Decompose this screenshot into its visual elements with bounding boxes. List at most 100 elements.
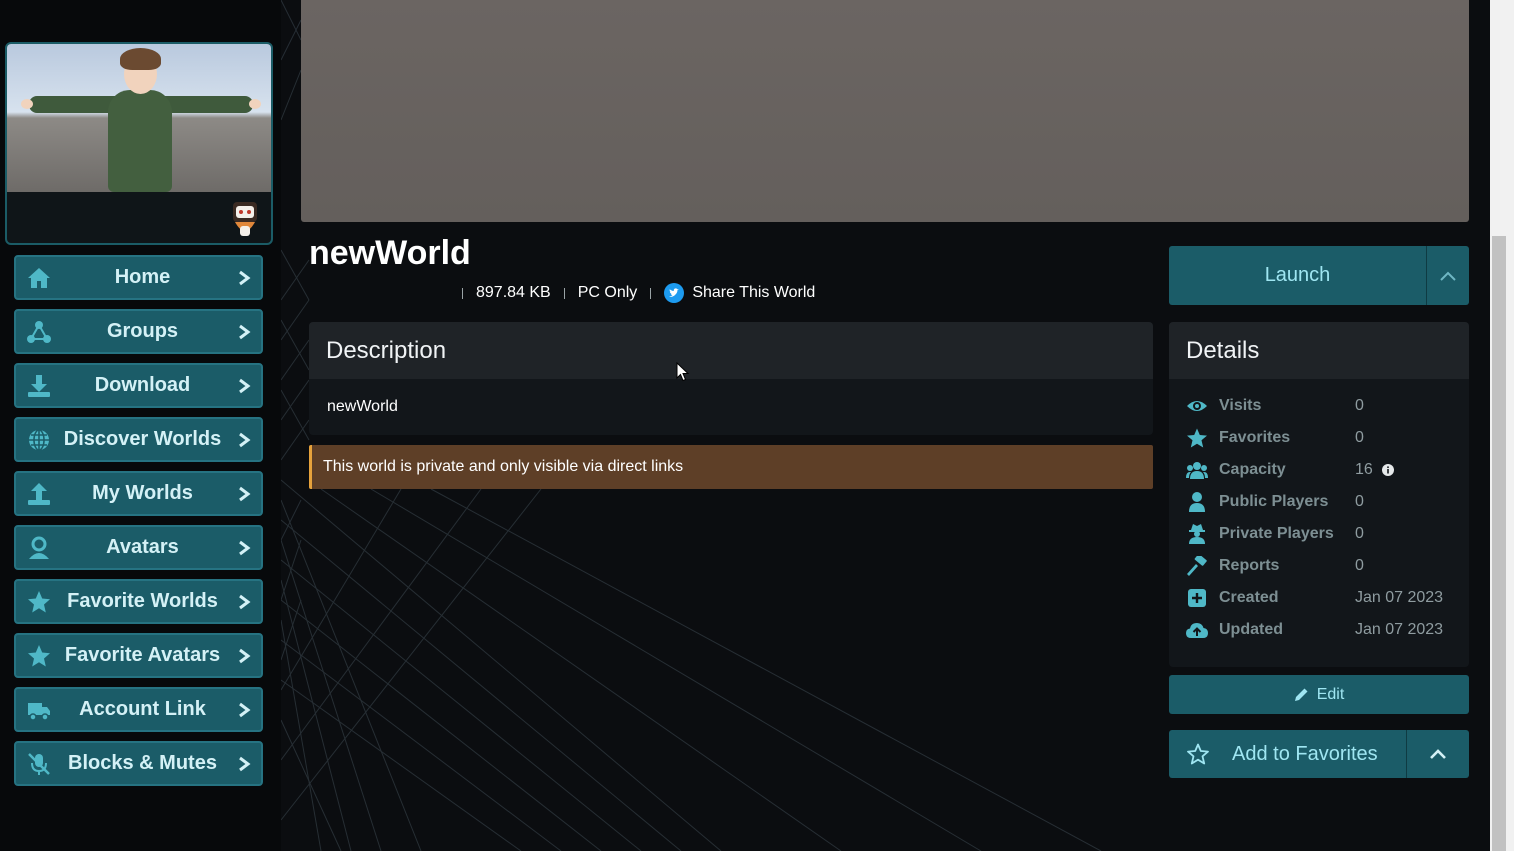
add-to-favorites-label: Add to Favorites xyxy=(1232,742,1378,765)
world-size: 897.84 KB xyxy=(476,284,551,301)
detail-row-favorites: Favorites 0 xyxy=(1186,426,1456,450)
sidebar-item-label: Home xyxy=(114,266,171,288)
sidebar-item-discover-worlds[interactable]: Discover Worlds xyxy=(14,417,263,462)
sidebar-item-avatars[interactable]: Avatars xyxy=(14,525,263,570)
detail-row-visits: Visits 0 xyxy=(1186,394,1456,418)
avatar-preview-image xyxy=(7,44,271,192)
detail-row-capacity: Capacity 16 xyxy=(1186,458,1456,482)
detail-value: 0 xyxy=(1355,557,1364,574)
sidebar-item-label: Avatars xyxy=(106,536,179,558)
avatar-icon xyxy=(29,536,49,559)
chevron-right-icon xyxy=(239,324,251,339)
detail-row-public-players: Public Players 0 xyxy=(1186,490,1456,514)
sidebar-item-account-link[interactable]: Account Link xyxy=(14,687,263,732)
edit-button-label: Edit xyxy=(1316,685,1345,703)
detail-label: Favorites xyxy=(1219,429,1291,446)
sidebar-item-download[interactable]: Download xyxy=(14,363,263,408)
chevron-right-icon xyxy=(239,432,251,447)
chevron-right-icon xyxy=(239,594,251,609)
meta-divider xyxy=(563,287,565,299)
chevron-right-icon xyxy=(239,702,251,717)
chevron-right-icon xyxy=(239,486,251,501)
chevron-right-icon xyxy=(239,540,251,555)
chevron-up-icon xyxy=(1430,749,1446,759)
home-icon xyxy=(28,267,50,288)
globe-icon xyxy=(29,428,49,451)
avatar-badge-icon xyxy=(233,202,257,236)
detail-row-created: Created Jan 07 2023 xyxy=(1186,586,1456,610)
launch-button[interactable]: Launch xyxy=(1169,246,1426,305)
star-icon xyxy=(28,590,50,612)
groups-icon xyxy=(27,320,51,343)
user-secret-icon xyxy=(1189,524,1205,544)
detail-label: Updated xyxy=(1219,621,1283,638)
sidebar-item-groups[interactable]: Groups xyxy=(14,309,263,354)
star-outline-icon xyxy=(1187,743,1209,765)
share-world-link[interactable]: Share This World xyxy=(692,284,815,302)
sidebar-item-blocks-mutes[interactable]: Blocks & Mutes xyxy=(14,741,263,786)
detail-label: Visits xyxy=(1219,397,1262,414)
chevron-right-icon xyxy=(239,756,251,771)
mute-icon xyxy=(28,752,50,775)
favorite-options-toggle[interactable] xyxy=(1406,730,1469,778)
details-panel: Details Visits 0 Favorites 0 Capacity 16… xyxy=(1169,322,1469,667)
description-panel: Description newWorld xyxy=(309,322,1153,435)
sidebar-item-label: Favorite Avatars xyxy=(64,644,221,666)
detail-value: 0 xyxy=(1355,429,1364,446)
upload-icon xyxy=(28,482,50,505)
download-icon xyxy=(28,374,50,397)
page-scrollbar[interactable] xyxy=(1490,0,1514,851)
info-icon[interactable] xyxy=(1381,464,1394,476)
detail-value: Jan 07 2023 xyxy=(1355,589,1444,606)
gavel-icon xyxy=(1187,556,1207,576)
description-heading: Description xyxy=(309,322,1153,379)
users-icon xyxy=(1186,462,1208,479)
launch-options-toggle[interactable] xyxy=(1426,246,1469,305)
sidebar-item-home[interactable]: Home xyxy=(14,255,263,300)
sidebar-item-label: Account Link xyxy=(79,698,206,720)
sidebar: Home Groups Download Discover Worlds My … xyxy=(0,0,281,851)
sidebar-item-my-worlds[interactable]: My Worlds xyxy=(14,471,263,516)
details-heading: Details xyxy=(1169,322,1469,379)
chevron-right-icon xyxy=(239,648,251,663)
page-title: newWorld xyxy=(309,234,471,272)
sidebar-item-label: Favorite Worlds xyxy=(67,590,218,612)
world-meta-bar: 897.84 KB PC Only Share This World xyxy=(449,282,815,304)
edit-button[interactable]: Edit xyxy=(1169,675,1469,714)
detail-value: 0 xyxy=(1355,525,1364,542)
plus-square-icon xyxy=(1188,589,1206,607)
sidebar-item-label: Blocks & Mutes xyxy=(68,752,217,774)
sidebar-item-favorite-avatars[interactable]: Favorite Avatars xyxy=(14,633,263,678)
detail-row-reports: Reports 0 xyxy=(1186,554,1456,578)
sidebar-item-label: Discover Worlds xyxy=(63,428,222,450)
star-icon xyxy=(28,644,50,666)
eye-icon xyxy=(1187,401,1207,411)
twitter-icon[interactable] xyxy=(664,283,685,303)
sidebar-item-label: My Worlds xyxy=(92,482,193,504)
pencil-icon xyxy=(1294,688,1308,701)
mouse-cursor-icon xyxy=(676,362,690,382)
description-text: newWorld xyxy=(327,398,398,415)
detail-value: Jan 07 2023 xyxy=(1355,621,1444,638)
chevron-right-icon xyxy=(239,378,251,393)
platform-badge: PC Only xyxy=(577,284,638,301)
detail-label: Public Players xyxy=(1219,493,1329,510)
star-icon xyxy=(1187,428,1207,448)
sidebar-item-favorite-worlds[interactable]: Favorite Worlds xyxy=(14,579,263,624)
sidebar-item-label: Groups xyxy=(106,320,179,342)
detail-value: 16 xyxy=(1355,461,1373,478)
add-to-favorites-button[interactable]: Add to Favorites xyxy=(1169,730,1406,778)
detail-row-private-players: Private Players 0 xyxy=(1186,522,1456,546)
user-icon xyxy=(1189,492,1205,512)
detail-label: Capacity xyxy=(1219,461,1286,478)
chevron-right-icon xyxy=(239,270,251,285)
world-thumbnail xyxy=(301,0,1469,222)
scrollbar-thumb[interactable] xyxy=(1492,236,1506,851)
detail-label: Created xyxy=(1219,589,1279,606)
cloud-upload-icon xyxy=(1186,623,1208,638)
detail-label: Reports xyxy=(1219,557,1280,574)
detail-label: Private Players xyxy=(1219,525,1334,542)
current-avatar-card[interactable] xyxy=(5,42,273,245)
meta-divider xyxy=(650,287,652,299)
meta-divider xyxy=(462,287,463,299)
